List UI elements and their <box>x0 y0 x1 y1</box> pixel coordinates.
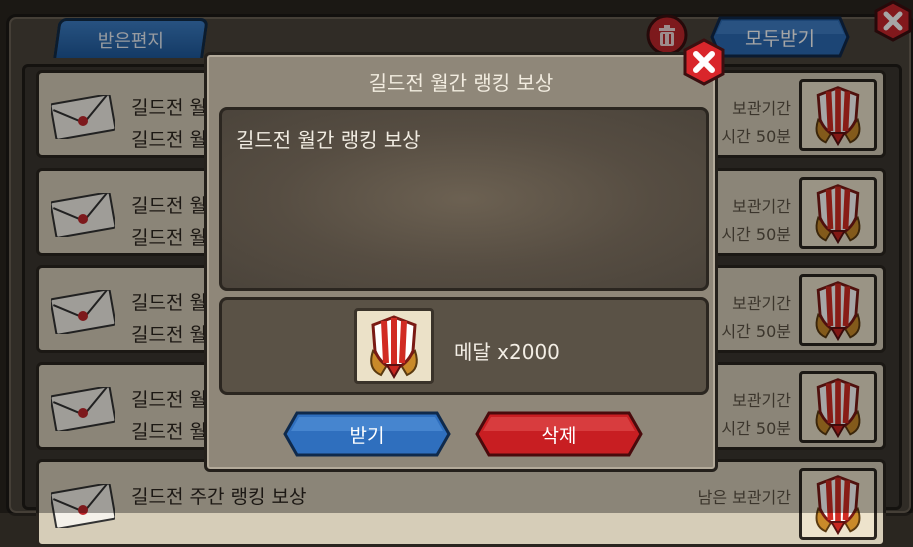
reward-item-slot <box>354 308 434 384</box>
message-panel: 길드전 월간 랭킹 보상 <box>219 107 709 291</box>
message-body: 길드전 월간 랭킹 보상 <box>236 128 421 152</box>
receive-label: 받기 <box>349 424 385 447</box>
reward-text: 메달 x2000 <box>454 340 560 364</box>
mail-detail-dialog: 길드전 월간 랭킹 보상 길드전 월간 랭킹 보상 메달 x2000 받기 삭제 <box>204 52 718 472</box>
reward-panel: 메달 x2000 <box>219 297 709 395</box>
dialog-title: 길드전 월간 랭킹 보상 <box>368 71 554 95</box>
close-dialog-button[interactable] <box>680 38 728 86</box>
delete-label: 삭제 <box>541 424 577 447</box>
close-icon <box>683 38 725 86</box>
receive-button[interactable]: 받기 <box>283 411 451 457</box>
medal-icon <box>370 315 418 379</box>
delete-button[interactable]: 삭제 <box>475 411 643 457</box>
